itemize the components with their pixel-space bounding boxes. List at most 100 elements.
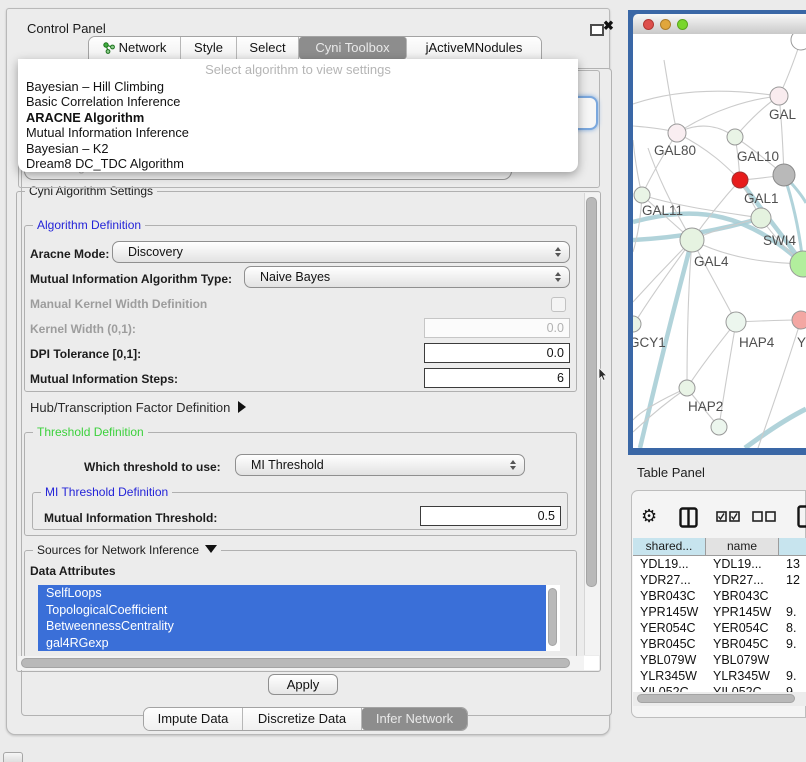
table-cell[interactable]: YLR345W [633, 668, 706, 684]
table-cell[interactable]: YBR045C [633, 636, 706, 652]
table-cell[interactable]: YDR27... [706, 572, 779, 588]
column-header-name[interactable]: name [706, 538, 779, 556]
tab-cyni-toolbox[interactable]: Cyni Toolbox [299, 37, 407, 59]
columns-icon[interactable] [679, 507, 698, 528]
page-icon[interactable] [797, 505, 806, 528]
tab-jactivemnodules[interactable]: jActiveMNodules [407, 37, 541, 59]
dpi-tolerance-field[interactable]: 0.0 [424, 343, 570, 363]
close-icon[interactable]: ✖ [603, 18, 614, 34]
tab-discretize-data[interactable]: Discretize Data [243, 708, 362, 730]
network-node[interactable] [633, 316, 641, 332]
table-cell[interactable]: YBR045C [706, 636, 779, 652]
float-window-icon[interactable] [590, 24, 604, 36]
aracne-mode-select[interactable]: Discovery [112, 241, 570, 263]
algorithm-popup: Select algorithm to view settings Bayesi… [18, 59, 578, 172]
table-cell[interactable]: 9. [779, 668, 806, 684]
table-cell[interactable]: 13 [779, 556, 806, 572]
network-node[interactable] [634, 187, 650, 203]
table-cell[interactable]: 8. [779, 620, 806, 636]
tab-impute-data[interactable]: Impute Data [144, 708, 243, 730]
settings-hscrollbar-thumb[interactable] [21, 658, 570, 668]
which-threshold-value: MI Threshold [251, 458, 324, 472]
network-node[interactable] [732, 172, 748, 188]
tab-select[interactable]: Select [237, 37, 299, 59]
network-node[interactable] [791, 34, 806, 50]
algorithm-option-bayesian-hill-climbing[interactable]: Bayesian – Hill Climbing [18, 79, 578, 94]
mi-threshold-legend: MI Threshold Definition [41, 485, 172, 499]
table-cell[interactable] [779, 652, 806, 668]
network-node[interactable] [773, 164, 795, 186]
deselect-all-icon[interactable] [752, 511, 777, 523]
attributes-scrollbar-thumb[interactable] [548, 588, 557, 646]
mi-type-select[interactable]: Naive Bayes [244, 266, 570, 288]
tab-infer-network[interactable]: Infer Network [362, 708, 467, 730]
attribute-item-betweennesscentrality[interactable]: BetweennessCentrality [38, 618, 546, 635]
network-node[interactable] [711, 419, 727, 435]
mi-steps-field[interactable]: 6 [424, 368, 570, 388]
table-cell[interactable]: YDR27... [633, 572, 706, 588]
table-cell[interactable]: YPR145W [633, 604, 706, 620]
network-node[interactable] [679, 380, 695, 396]
table-cell[interactable]: YDL19... [633, 556, 706, 572]
select-all-icon[interactable] [716, 511, 741, 523]
manual-kernel-checkbox[interactable] [551, 297, 566, 312]
aracne-mode-label: Aracne Mode: [30, 247, 109, 261]
tab-network[interactable]: Network [89, 37, 181, 59]
algorithm-option-bayesian-k2[interactable]: Bayesian – K2 [18, 141, 578, 156]
table-cell[interactable]: YBL079W [633, 652, 706, 668]
sources-legend[interactable]: Sources for Network Inference [33, 543, 221, 557]
table-cell[interactable]: YBL079W [706, 652, 779, 668]
gear-icon[interactable]: ⚙ [641, 506, 657, 527]
cut-off-button[interactable] [3, 752, 23, 762]
table-cell[interactable]: 9. [779, 604, 806, 620]
network-node[interactable] [668, 124, 686, 142]
attribute-item-topologicalcoefficient[interactable]: TopologicalCoefficient [38, 602, 546, 619]
network-node[interactable] [727, 129, 743, 145]
table-panel-title: Table Panel [637, 465, 705, 480]
table-cell[interactable]: 12 [779, 572, 806, 588]
network-node[interactable] [680, 228, 704, 252]
table-cell[interactable]: YLR345W [706, 668, 779, 684]
table-hscrollbar-thumb[interactable] [637, 694, 795, 703]
network-canvas[interactable]: GALGAL80GAL10GAL1GAL11SWI4GAL4GCY1HAP4YH… [633, 34, 806, 448]
table-cell[interactable]: YDL19... [706, 556, 779, 572]
which-threshold-select[interactable]: MI Threshold [235, 454, 525, 476]
network-node-label: GAL11 [642, 203, 683, 218]
network-node-label: GAL4 [694, 254, 729, 269]
algorithm-option-basic-correlation-inference[interactable]: Basic Correlation Inference [18, 94, 578, 109]
minimize-traffic-light-icon[interactable] [660, 19, 671, 30]
attribute-item-gal4rgexp[interactable]: gal4RGexp [38, 635, 546, 652]
apply-button[interactable]: Apply [268, 674, 338, 695]
settings-vscrollbar-thumb[interactable] [586, 197, 597, 587]
column-header-2[interactable] [779, 538, 806, 556]
tab-label: Network [119, 37, 167, 59]
table-cell[interactable]: 9. [779, 636, 806, 652]
network-node[interactable] [751, 208, 771, 228]
zoom-traffic-light-icon[interactable] [677, 19, 688, 30]
kernel-width-field[interactable]: 0.0 [424, 318, 570, 338]
column-header-shared[interactable]: shared... [633, 538, 706, 556]
data-attributes-label: Data Attributes [30, 564, 116, 578]
mi-threshold-field[interactable]: 0.5 [420, 506, 561, 526]
attribute-item-selfloops[interactable]: SelfLoops [38, 585, 546, 602]
network-node[interactable] [770, 87, 788, 105]
network-edge [634, 240, 692, 324]
table-cell[interactable]: YPR145W [706, 604, 779, 620]
algorithm-option-aracne-algorithm[interactable]: ARACNE Algorithm [18, 110, 578, 125]
network-node[interactable] [726, 312, 746, 332]
table-cell[interactable]: YBR043C [706, 588, 779, 604]
tab-style[interactable]: Style [181, 37, 237, 59]
hub-definition-toggle[interactable]: Hub/Transcription Factor Definition [30, 400, 246, 415]
algorithm-option-dream8-dc-tdc-algorithm[interactable]: Dream8 DC_TDC Algorithm [18, 156, 578, 171]
algorithm-option-mutual-information-inference[interactable]: Mutual Information Inference [18, 125, 578, 140]
tab-label: Select [249, 37, 285, 59]
table-cell[interactable] [779, 588, 806, 604]
table-cell[interactable]: YER054C [706, 620, 779, 636]
table-cell[interactable]: YBR043C [633, 588, 706, 604]
table-cell[interactable]: YER054C [633, 620, 706, 636]
network-window-titlebar[interactable] [633, 14, 806, 35]
close-traffic-light-icon[interactable] [643, 19, 654, 30]
data-attributes-list[interactable]: SelfLoopsTopologicalCoefficientBetweenne… [38, 585, 560, 651]
node-table[interactable]: shared...nameYDL19...YDL19...13YDR27...Y… [633, 538, 806, 708]
network-node[interactable] [792, 311, 806, 329]
